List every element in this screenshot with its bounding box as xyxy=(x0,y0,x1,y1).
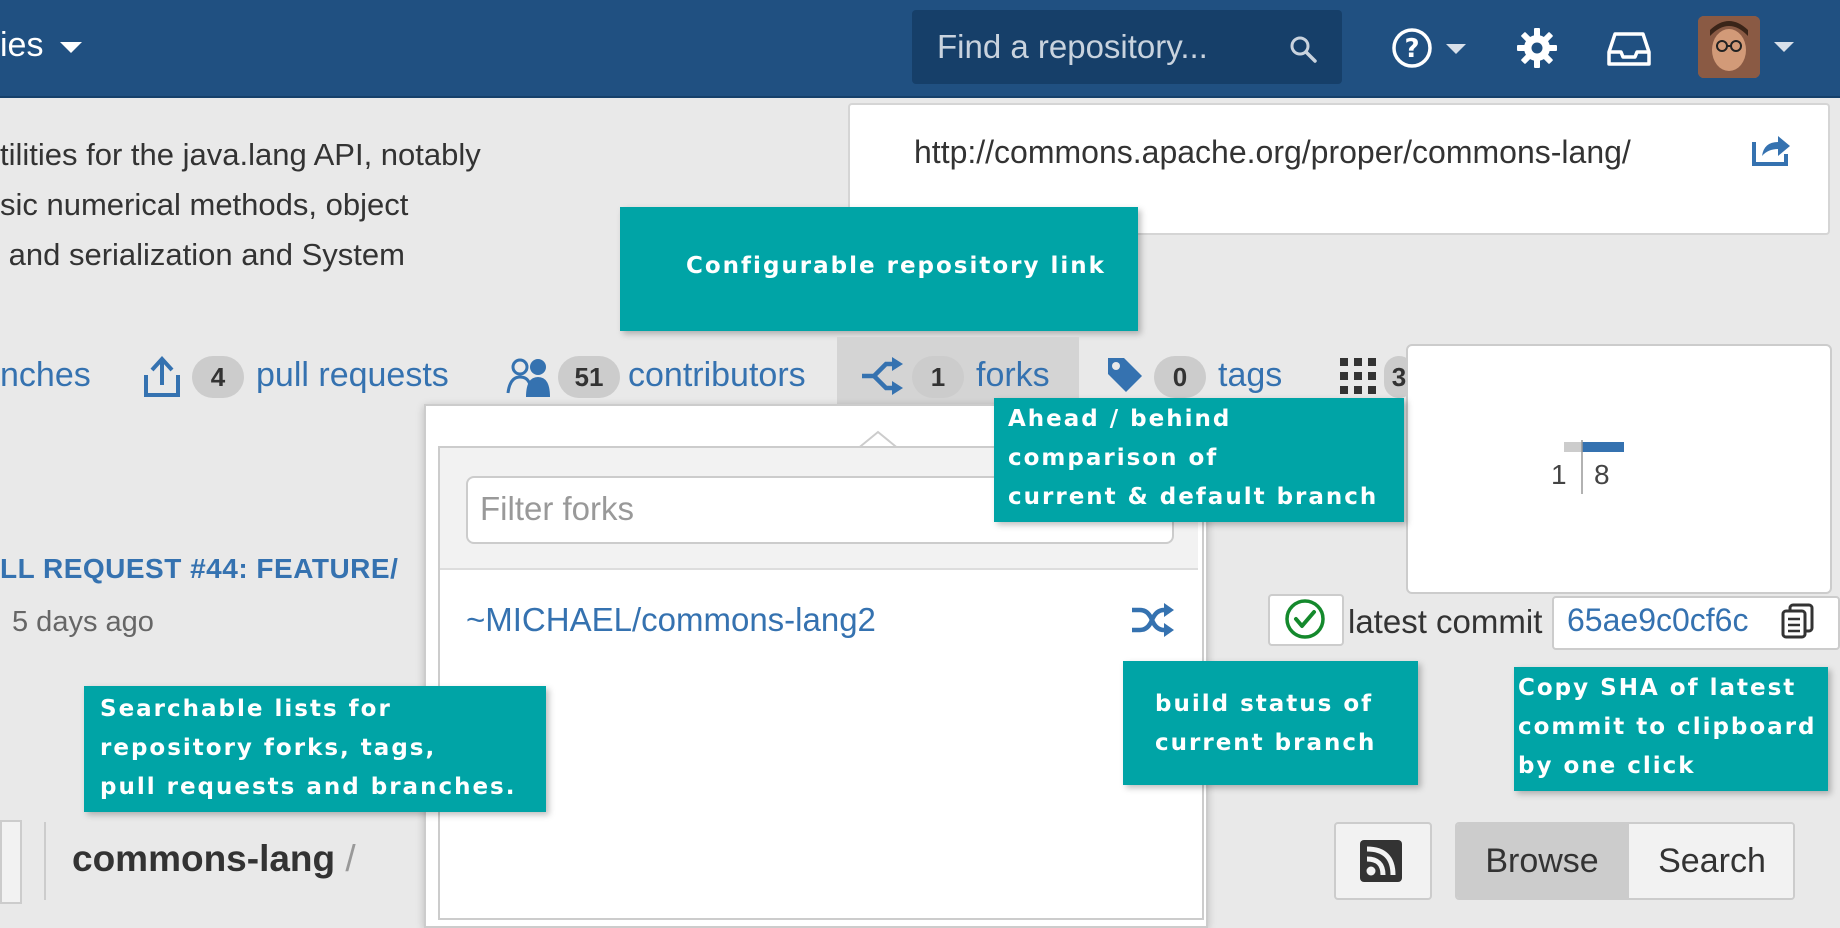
breadcrumb-divider xyxy=(44,822,46,900)
fork-list-item[interactable]: ~MICHAEL/commons-lang2 xyxy=(466,601,876,639)
browse-button[interactable]: Browse xyxy=(1457,824,1627,898)
repositories-menu[interactable]: ies xyxy=(0,26,43,65)
pull-requests-link[interactable]: pull requests xyxy=(256,356,449,395)
contributors-link[interactable]: contributors xyxy=(628,356,806,395)
contributors-icon[interactable] xyxy=(506,355,550,399)
copy-icon[interactable] xyxy=(1780,603,1816,639)
external-link-icon[interactable] xyxy=(1750,132,1792,168)
user-avatar[interactable] xyxy=(1698,16,1760,78)
branches-label[interactable]: nches xyxy=(0,356,91,395)
shuffle-icon[interactable] xyxy=(1130,600,1174,640)
help-icon[interactable]: ? xyxy=(1390,26,1434,70)
repository-link-url[interactable]: http://commons.apache.org/proper/commons… xyxy=(914,134,1631,171)
callout-copy-sha: Copy SHA of latest commit to clipboard b… xyxy=(1514,667,1828,791)
chevron-down-icon[interactable] xyxy=(60,42,82,53)
repository-search-placeholder[interactable]: Find a repository... xyxy=(937,28,1208,66)
fork-icon[interactable] xyxy=(860,356,904,396)
tags-link[interactable]: tags xyxy=(1218,356,1282,395)
commit-sha-link[interactable]: 65ae9c0cf6c xyxy=(1567,602,1748,639)
filter-forks-placeholder[interactable]: Filter forks xyxy=(480,490,634,528)
browse-search-toggle: Browse Search xyxy=(1455,822,1795,900)
svg-text:?: ? xyxy=(1404,34,1419,64)
latest-commit-label: latest commit xyxy=(1348,603,1543,640)
search-button[interactable]: Search xyxy=(1627,824,1793,898)
pull-request-icon[interactable] xyxy=(140,355,184,399)
forks-count-badge: 1 xyxy=(912,356,964,398)
callout-ahead-behind: Ahead / behind comparison of current & d… xyxy=(994,398,1404,522)
inbox-icon[interactable] xyxy=(1605,28,1653,68)
avatar-icon xyxy=(1698,16,1760,78)
contributors-count-badge: 51 xyxy=(558,356,620,398)
tags-count-badge: 0 xyxy=(1154,356,1206,398)
repository-name: commons-lang / xyxy=(72,838,356,879)
callout-searchable-lists: Searchable lists for repository forks, t… xyxy=(84,686,546,812)
breadcrumb-slash: / xyxy=(345,838,356,879)
search-icon[interactable] xyxy=(1288,34,1318,64)
help-chevron-down-icon[interactable] xyxy=(1446,44,1466,54)
gear-icon[interactable] xyxy=(1515,26,1559,70)
callout-repository-link: Configurable repository link xyxy=(620,207,1138,331)
pull-request-title[interactable]: LL REQUEST #44: FEATURE/ xyxy=(0,553,398,585)
user-menu-chevron-down-icon[interactable] xyxy=(1774,42,1794,52)
rss-icon[interactable] xyxy=(1360,840,1402,882)
ahead-count: 8 xyxy=(1594,459,1610,490)
behind-count: 1 xyxy=(1551,459,1567,490)
left-edge-button[interactable] xyxy=(0,820,22,904)
tag-icon[interactable] xyxy=(1106,356,1144,394)
pull-request-time: 5 days ago xyxy=(12,606,154,638)
check-circle-icon[interactable] xyxy=(1284,598,1326,640)
repository-description: tilities for the java.lang API, notably s… xyxy=(0,137,481,272)
grid-icon[interactable] xyxy=(1340,358,1376,394)
callout-build-status: build status of current branch xyxy=(1123,661,1418,785)
pull-requests-count-badge: 4 xyxy=(192,356,244,398)
forks-link[interactable]: forks xyxy=(976,356,1050,395)
